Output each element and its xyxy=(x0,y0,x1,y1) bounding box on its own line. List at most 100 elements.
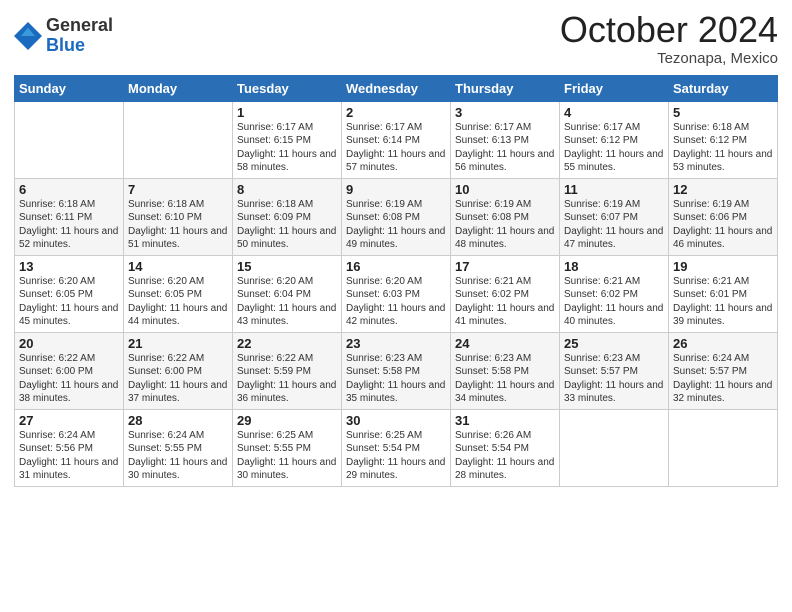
day-info: Sunrise: 6:17 AMSunset: 6:14 PMDaylight:… xyxy=(346,121,446,175)
day-number: 11 xyxy=(564,182,664,197)
day-info: Sunrise: 6:23 AMSunset: 5:58 PMDaylight:… xyxy=(346,352,446,406)
calendar-cell: 23Sunrise: 6:23 AMSunset: 5:58 PMDayligh… xyxy=(342,332,451,409)
calendar-cell: 12Sunrise: 6:19 AMSunset: 6:06 PMDayligh… xyxy=(669,178,778,255)
day-number: 4 xyxy=(564,105,664,120)
day-info: Sunrise: 6:24 AMSunset: 5:56 PMDaylight:… xyxy=(19,429,119,483)
calendar-cell: 2Sunrise: 6:17 AMSunset: 6:14 PMDaylight… xyxy=(342,101,451,178)
day-info: Sunrise: 6:25 AMSunset: 5:55 PMDaylight:… xyxy=(237,429,337,483)
day-info: Sunrise: 6:19 AMSunset: 6:08 PMDaylight:… xyxy=(455,198,555,252)
day-number: 2 xyxy=(346,105,446,120)
logo: General Blue xyxy=(14,16,113,56)
day-info: Sunrise: 6:19 AMSunset: 6:06 PMDaylight:… xyxy=(673,198,773,252)
day-number: 28 xyxy=(128,413,228,428)
calendar-cell: 15Sunrise: 6:20 AMSunset: 6:04 PMDayligh… xyxy=(233,255,342,332)
day-info: Sunrise: 6:19 AMSunset: 6:08 PMDaylight:… xyxy=(346,198,446,252)
calendar-cell: 28Sunrise: 6:24 AMSunset: 5:55 PMDayligh… xyxy=(124,409,233,486)
day-number: 18 xyxy=(564,259,664,274)
day-info: Sunrise: 6:18 AMSunset: 6:11 PMDaylight:… xyxy=(19,198,119,252)
day-number: 19 xyxy=(673,259,773,274)
day-number: 26 xyxy=(673,336,773,351)
day-number: 21 xyxy=(128,336,228,351)
calendar-cell: 1Sunrise: 6:17 AMSunset: 6:15 PMDaylight… xyxy=(233,101,342,178)
calendar-cell: 24Sunrise: 6:23 AMSunset: 5:58 PMDayligh… xyxy=(451,332,560,409)
day-info: Sunrise: 6:20 AMSunset: 6:05 PMDaylight:… xyxy=(19,275,119,329)
day-number: 22 xyxy=(237,336,337,351)
calendar-cell: 8Sunrise: 6:18 AMSunset: 6:09 PMDaylight… xyxy=(233,178,342,255)
day-number: 31 xyxy=(455,413,555,428)
calendar-cell: 16Sunrise: 6:20 AMSunset: 6:03 PMDayligh… xyxy=(342,255,451,332)
day-info: Sunrise: 6:18 AMSunset: 6:10 PMDaylight:… xyxy=(128,198,228,252)
day-number: 12 xyxy=(673,182,773,197)
calendar-cell xyxy=(124,101,233,178)
day-info: Sunrise: 6:21 AMSunset: 6:01 PMDaylight:… xyxy=(673,275,773,329)
day-info: Sunrise: 6:22 AMSunset: 5:59 PMDaylight:… xyxy=(237,352,337,406)
calendar-cell: 9Sunrise: 6:19 AMSunset: 6:08 PMDaylight… xyxy=(342,178,451,255)
day-number: 20 xyxy=(19,336,119,351)
day-number: 7 xyxy=(128,182,228,197)
calendar-week-row: 27Sunrise: 6:24 AMSunset: 5:56 PMDayligh… xyxy=(15,409,778,486)
day-number: 8 xyxy=(237,182,337,197)
calendar-cell: 4Sunrise: 6:17 AMSunset: 6:12 PMDaylight… xyxy=(560,101,669,178)
weekday-header-sunday: Sunday xyxy=(15,75,124,101)
calendar-page: General Blue October 2024 Tezonapa, Mexi… xyxy=(0,0,792,612)
day-info: Sunrise: 6:23 AMSunset: 5:57 PMDaylight:… xyxy=(564,352,664,406)
day-number: 10 xyxy=(455,182,555,197)
page-header: General Blue October 2024 Tezonapa, Mexi… xyxy=(14,10,778,67)
month-title: October 2024 xyxy=(560,10,778,50)
day-number: 5 xyxy=(673,105,773,120)
day-number: 9 xyxy=(346,182,446,197)
day-info: Sunrise: 6:20 AMSunset: 6:03 PMDaylight:… xyxy=(346,275,446,329)
day-number: 24 xyxy=(455,336,555,351)
weekday-header-row: SundayMondayTuesdayWednesdayThursdayFrid… xyxy=(15,75,778,101)
day-number: 17 xyxy=(455,259,555,274)
calendar-cell xyxy=(669,409,778,486)
weekday-header-wednesday: Wednesday xyxy=(342,75,451,101)
calendar-cell: 3Sunrise: 6:17 AMSunset: 6:13 PMDaylight… xyxy=(451,101,560,178)
logo-general: General xyxy=(46,16,113,36)
title-block: October 2024 Tezonapa, Mexico xyxy=(560,10,778,67)
day-info: Sunrise: 6:23 AMSunset: 5:58 PMDaylight:… xyxy=(455,352,555,406)
weekday-header-friday: Friday xyxy=(560,75,669,101)
day-info: Sunrise: 6:17 AMSunset: 6:13 PMDaylight:… xyxy=(455,121,555,175)
day-info: Sunrise: 6:24 AMSunset: 5:55 PMDaylight:… xyxy=(128,429,228,483)
day-number: 3 xyxy=(455,105,555,120)
weekday-header-thursday: Thursday xyxy=(451,75,560,101)
logo-icon xyxy=(14,22,42,50)
weekday-header-saturday: Saturday xyxy=(669,75,778,101)
calendar-cell: 7Sunrise: 6:18 AMSunset: 6:10 PMDaylight… xyxy=(124,178,233,255)
calendar-cell: 25Sunrise: 6:23 AMSunset: 5:57 PMDayligh… xyxy=(560,332,669,409)
calendar-week-row: 1Sunrise: 6:17 AMSunset: 6:15 PMDaylight… xyxy=(15,101,778,178)
logo-blue: Blue xyxy=(46,36,113,56)
weekday-header-tuesday: Tuesday xyxy=(233,75,342,101)
calendar-cell: 17Sunrise: 6:21 AMSunset: 6:02 PMDayligh… xyxy=(451,255,560,332)
calendar-cell xyxy=(15,101,124,178)
day-number: 6 xyxy=(19,182,119,197)
calendar-cell: 29Sunrise: 6:25 AMSunset: 5:55 PMDayligh… xyxy=(233,409,342,486)
calendar-cell: 20Sunrise: 6:22 AMSunset: 6:00 PMDayligh… xyxy=(15,332,124,409)
calendar-cell: 14Sunrise: 6:20 AMSunset: 6:05 PMDayligh… xyxy=(124,255,233,332)
calendar-cell: 18Sunrise: 6:21 AMSunset: 6:02 PMDayligh… xyxy=(560,255,669,332)
calendar-cell xyxy=(560,409,669,486)
day-number: 29 xyxy=(237,413,337,428)
day-number: 13 xyxy=(19,259,119,274)
calendar-week-row: 13Sunrise: 6:20 AMSunset: 6:05 PMDayligh… xyxy=(15,255,778,332)
calendar-table: SundayMondayTuesdayWednesdayThursdayFrid… xyxy=(14,75,778,487)
calendar-cell: 11Sunrise: 6:19 AMSunset: 6:07 PMDayligh… xyxy=(560,178,669,255)
logo-text: General Blue xyxy=(46,16,113,56)
day-number: 16 xyxy=(346,259,446,274)
calendar-cell: 19Sunrise: 6:21 AMSunset: 6:01 PMDayligh… xyxy=(669,255,778,332)
calendar-cell: 6Sunrise: 6:18 AMSunset: 6:11 PMDaylight… xyxy=(15,178,124,255)
day-info: Sunrise: 6:18 AMSunset: 6:09 PMDaylight:… xyxy=(237,198,337,252)
calendar-cell: 5Sunrise: 6:18 AMSunset: 6:12 PMDaylight… xyxy=(669,101,778,178)
calendar-cell: 21Sunrise: 6:22 AMSunset: 6:00 PMDayligh… xyxy=(124,332,233,409)
day-info: Sunrise: 6:24 AMSunset: 5:57 PMDaylight:… xyxy=(673,352,773,406)
day-info: Sunrise: 6:17 AMSunset: 6:15 PMDaylight:… xyxy=(237,121,337,175)
day-info: Sunrise: 6:22 AMSunset: 6:00 PMDaylight:… xyxy=(128,352,228,406)
weekday-header-monday: Monday xyxy=(124,75,233,101)
calendar-cell: 10Sunrise: 6:19 AMSunset: 6:08 PMDayligh… xyxy=(451,178,560,255)
calendar-week-row: 6Sunrise: 6:18 AMSunset: 6:11 PMDaylight… xyxy=(15,178,778,255)
day-number: 1 xyxy=(237,105,337,120)
day-info: Sunrise: 6:25 AMSunset: 5:54 PMDaylight:… xyxy=(346,429,446,483)
day-info: Sunrise: 6:21 AMSunset: 6:02 PMDaylight:… xyxy=(455,275,555,329)
day-info: Sunrise: 6:18 AMSunset: 6:12 PMDaylight:… xyxy=(673,121,773,175)
